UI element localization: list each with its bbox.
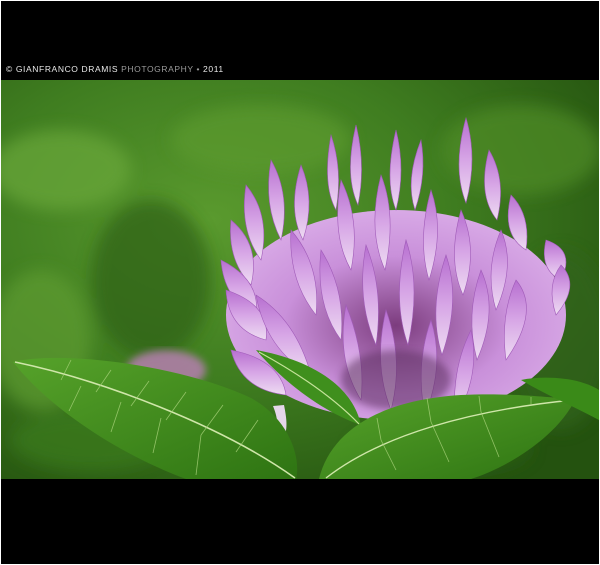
year: 2011 (203, 64, 224, 74)
copyright-symbol: © (6, 64, 13, 74)
clover-photo (1, 80, 599, 479)
photo-credit: © GIANFRANCO DRAMIS PHOTOGRAPHY • 2011 (6, 64, 224, 74)
photography-label: PHOTOGRAPHY (121, 64, 194, 74)
photographer-name: GIANFRANCO DRAMIS (15, 64, 119, 74)
clover-illustration (1, 80, 599, 479)
separator-dot: • (196, 64, 201, 74)
